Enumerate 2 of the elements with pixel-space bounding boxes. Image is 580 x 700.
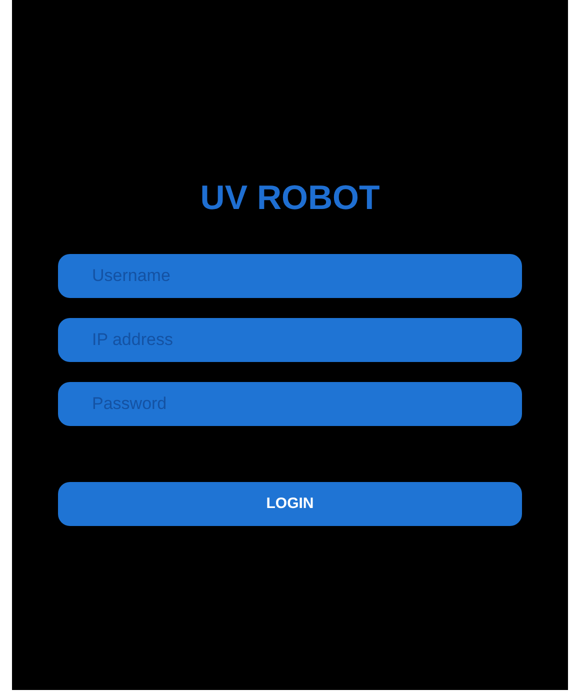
login-button[interactable]: LOGIN [58,482,522,526]
app-title: UV ROBOT [200,178,380,218]
